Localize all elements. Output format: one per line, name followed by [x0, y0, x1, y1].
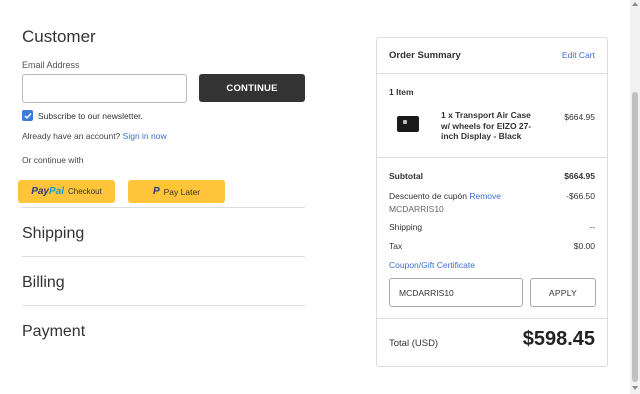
- checkout-page: Customer Email Address CONTINUE Subscrib…: [0, 0, 640, 394]
- divider: [22, 305, 305, 306]
- have-account-label: Already have an account?: [22, 131, 121, 141]
- paypal-checkout-button[interactable]: PayPal Checkout: [18, 180, 115, 203]
- scroll-thumb[interactable]: [632, 92, 638, 382]
- paypal-logo: PayPal: [31, 186, 64, 197]
- order-summary: Order Summary Edit Cart 1 Item 1 x Trans…: [376, 37, 608, 367]
- discount-row: Descuento de cupón Remove: [389, 191, 501, 201]
- apply-coupon-button[interactable]: APPLY: [530, 278, 596, 307]
- billing-heading[interactable]: Billing: [22, 274, 65, 292]
- shipping-heading[interactable]: Shipping: [22, 225, 84, 243]
- coupon-code-input[interactable]: MCDARRIS10: [389, 278, 523, 307]
- continue-button[interactable]: CONTINUE: [199, 74, 305, 102]
- scroll-down-arrow-icon[interactable]: [632, 386, 638, 390]
- customer-heading: Customer: [22, 27, 96, 46]
- edit-cart-link[interactable]: Edit Cart: [562, 50, 595, 60]
- subscribe-label: Subscribe to our newsletter.: [38, 110, 143, 121]
- product-name: 1 x Transport Air Case w/ wheels for EIZ…: [441, 110, 532, 142]
- remove-coupon-link[interactable]: Remove: [469, 191, 501, 201]
- paypal-checkout-label: Checkout: [68, 187, 102, 196]
- paypal-logo-pal: Pal: [48, 186, 64, 197]
- divider: [22, 256, 305, 257]
- scroll-up-arrow-icon[interactable]: [632, 2, 638, 6]
- total-value: $598.45: [522, 328, 595, 350]
- divider: [377, 318, 607, 319]
- subtotal-label: Subtotal: [389, 171, 423, 181]
- tax-label: Tax: [389, 241, 403, 251]
- divider: [377, 73, 607, 74]
- or-continue-text: Or continue with: [22, 155, 84, 165]
- shipping-label: Shipping: [389, 222, 423, 232]
- subscribe-checkbox[interactable]: [22, 110, 33, 121]
- tax-value: $0.00: [573, 241, 595, 251]
- payment-heading[interactable]: Payment: [22, 323, 85, 341]
- product-price: $664.95: [564, 112, 595, 122]
- paypal-icon: P: [152, 186, 160, 197]
- check-icon: [24, 112, 32, 119]
- discount-label: Descuento de cupón: [389, 191, 467, 201]
- items-count: 1 Item: [389, 87, 414, 97]
- divider: [22, 207, 305, 208]
- sign-in-link[interactable]: Sign in now: [123, 131, 167, 141]
- subtotal-value: $664.95: [564, 171, 595, 181]
- discount-code: MCDARRIS10: [389, 204, 444, 214]
- order-summary-title: Order Summary: [389, 50, 461, 61]
- pay-later-label: Pay Later: [163, 186, 201, 197]
- email-label: Email Address: [22, 60, 80, 70]
- product-thumbnail: [397, 116, 419, 132]
- subscribe-row[interactable]: Subscribe to our newsletter.: [22, 110, 143, 121]
- shipping-value: --: [589, 222, 595, 232]
- divider: [377, 157, 607, 158]
- vertical-scrollbar[interactable]: [630, 0, 640, 394]
- total-label: Total (USD): [389, 338, 439, 349]
- coupon-gift-certificate-link[interactable]: Coupon/Gift Certificate: [389, 260, 475, 270]
- have-account-text: Already have an account? Sign in now: [22, 131, 167, 141]
- discount-value: -$66.50: [566, 191, 595, 201]
- paypal-logo-pay: Pay: [31, 186, 49, 197]
- email-field[interactable]: [22, 74, 187, 103]
- paypal-pay-later-button[interactable]: P Pay Later: [128, 180, 225, 203]
